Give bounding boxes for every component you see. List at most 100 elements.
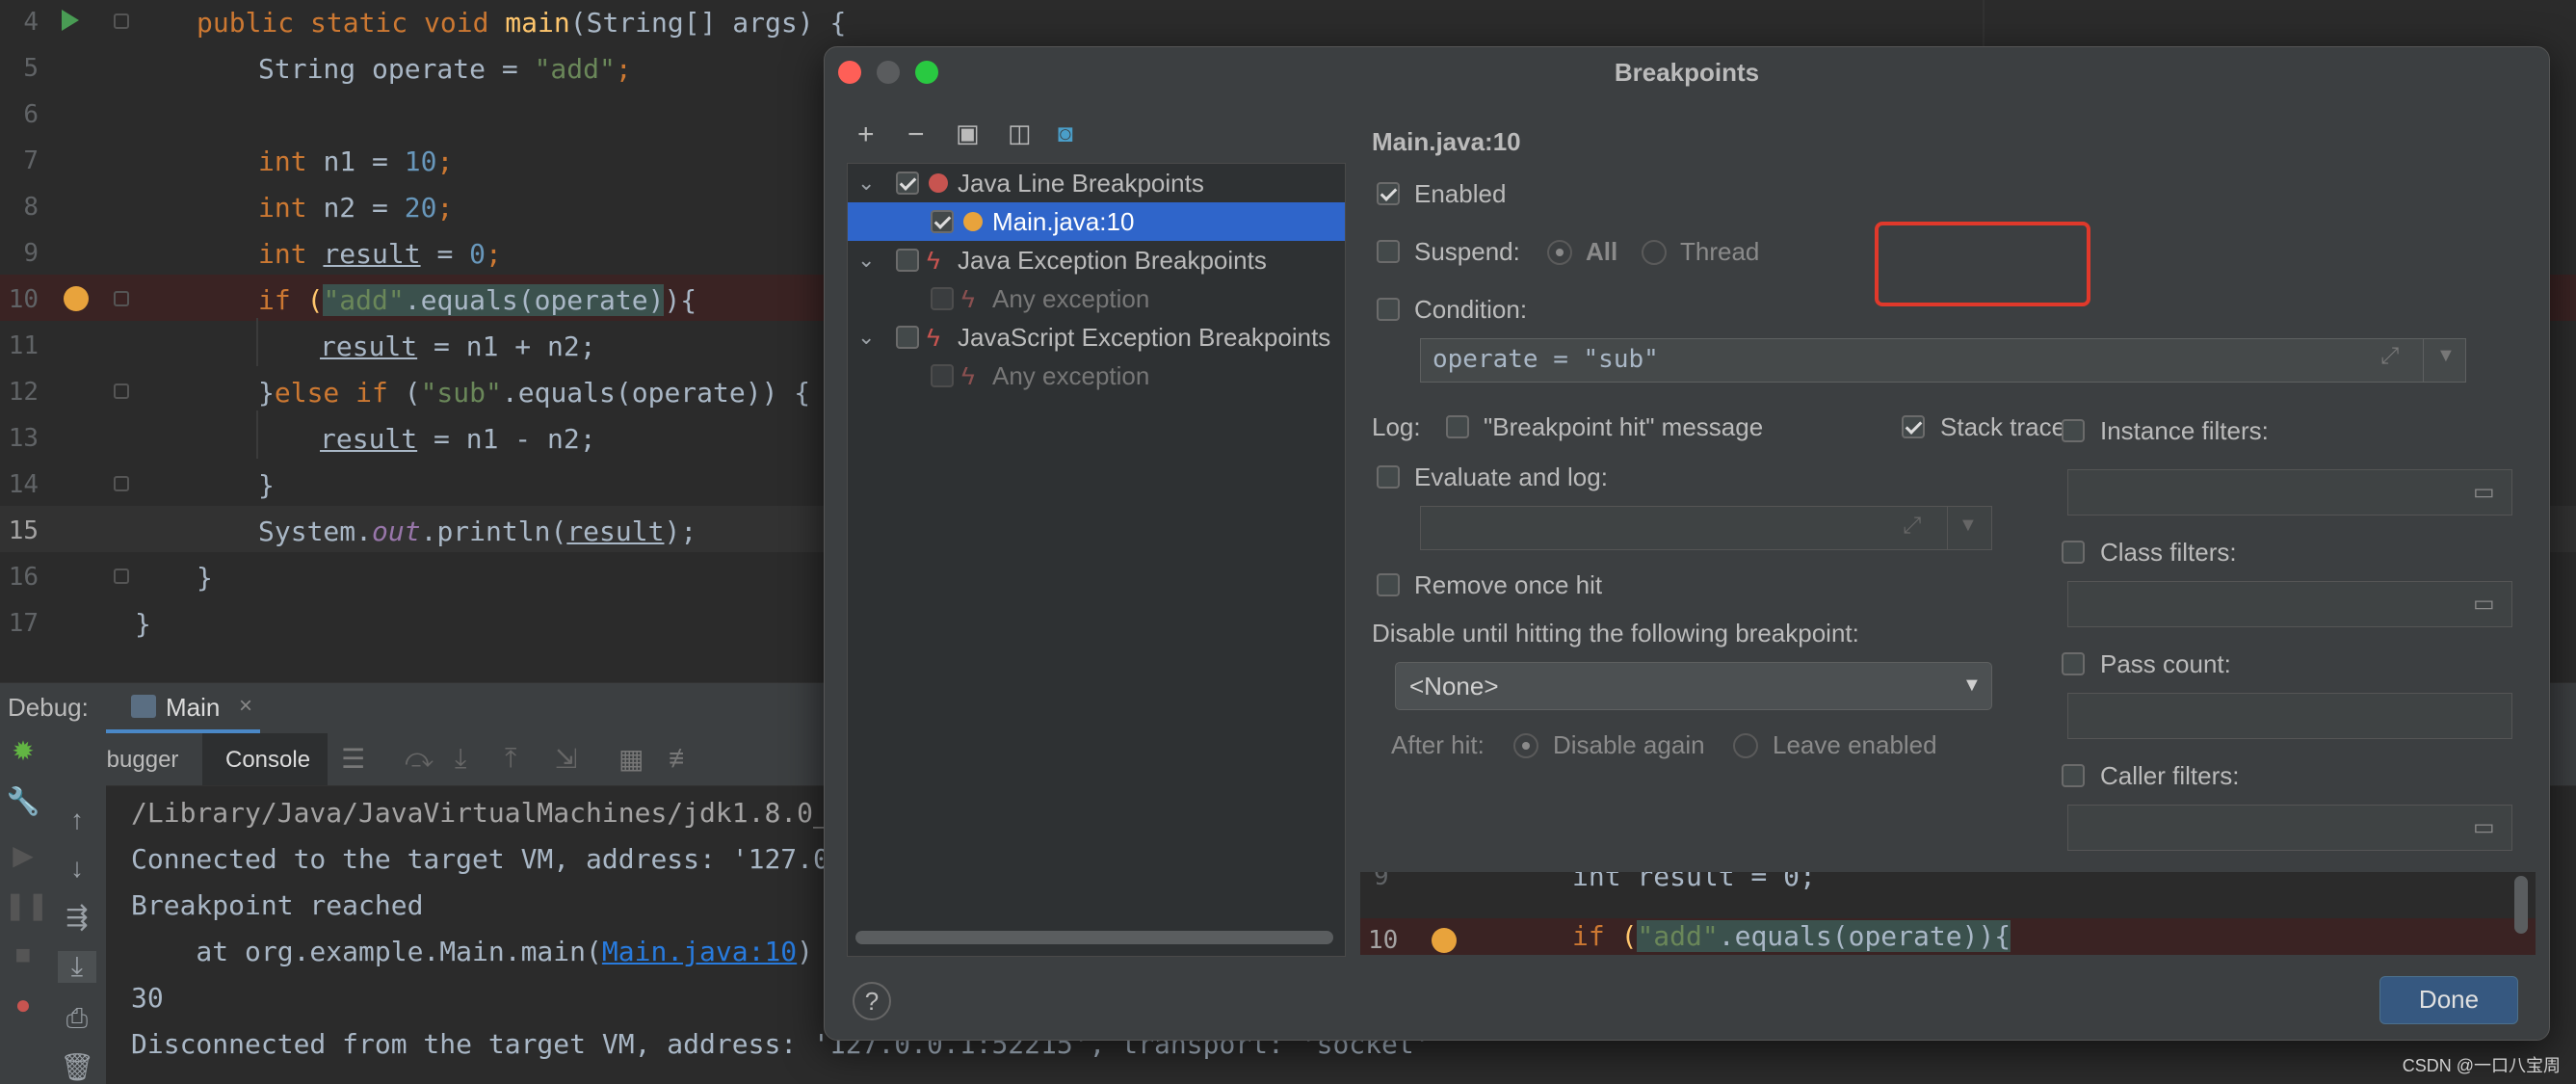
horizontal-scrollbar[interactable] [855, 931, 1333, 944]
caller-filters-input[interactable]: ▭ [2067, 805, 2512, 851]
disable-again-radio[interactable] [1513, 733, 1538, 758]
chevron-down-icon[interactable]: ▼ [1958, 515, 1978, 537]
tree-item-any-exception[interactable]: ϟ Any exception [848, 357, 1345, 395]
vertical-scrollbar[interactable] [2514, 876, 2528, 934]
tree-item-java-exception-breakpoints[interactable]: ⌄ ϟ Java Exception Breakpoints [848, 241, 1345, 279]
checkbox-any-exception[interactable] [931, 287, 954, 310]
settings-icon[interactable]: 🔧 [4, 785, 42, 817]
pause-icon[interactable]: ❚❚ [4, 889, 49, 921]
caller-filters-checkbox[interactable] [2062, 764, 2085, 787]
view-breakpoints-icon[interactable]: ● [4, 990, 42, 1020]
chevron-down-icon[interactable]: ▼ [1962, 674, 1982, 697]
enabled-checkbox[interactable] [1377, 182, 1400, 205]
checkbox-any-exception[interactable] [931, 364, 954, 387]
group-by-file-icon[interactable]: ◫ [1008, 119, 1032, 148]
class-filters-input[interactable]: ▭ [2067, 581, 2512, 627]
chevron-down-icon[interactable]: ⌄ [857, 318, 875, 357]
run-icon[interactable] [62, 10, 79, 31]
add-icon[interactable]: + [857, 119, 875, 151]
arrow-down-icon[interactable]: ↓ [58, 853, 96, 884]
stack-trace-link[interactable]: Main.java:10 [602, 936, 797, 967]
arrow-up-icon[interactable]: ↑ [58, 805, 96, 835]
tree-item-main-java[interactable]: Main.java:10 [848, 202, 1345, 241]
help-button[interactable]: ? [853, 982, 891, 1020]
fold-icon[interactable] [114, 383, 129, 399]
print-icon[interactable]: ⎙ [58, 1003, 96, 1035]
trace-icon[interactable]: ≢ [669, 743, 696, 774]
instance-filters-checkbox[interactable] [2062, 419, 2085, 442]
checkbox-java-exception-breakpoints[interactable] [896, 249, 919, 272]
suspend-checkbox[interactable] [1377, 240, 1400, 263]
evaluate-and-log-checkbox[interactable] [1377, 465, 1400, 489]
folder-icon[interactable]: ▭ [2473, 813, 2495, 841]
condition-input[interactable]: operate = "sub" ⤢ ▼ [1420, 338, 2466, 383]
breakpoint-tree[interactable]: ⌄ Java Line Breakpoints Main.java:10 ⌄ ϟ… [847, 163, 1346, 957]
folder-icon[interactable]: ▭ [2473, 590, 2495, 618]
expand-icon[interactable]: ⤢ [2380, 343, 2399, 370]
stack-trace-checkbox[interactable] [1902, 415, 1925, 438]
code-line-14: } [258, 469, 275, 501]
fold-icon[interactable] [114, 13, 129, 29]
line-number: 6 [23, 100, 39, 129]
line-number: 4 [23, 8, 39, 37]
soft-wrap-icon[interactable]: ⇶ [58, 901, 96, 933]
tab-main-config[interactable]: Main × [106, 683, 260, 733]
tree-item-label: Main.java:10 [992, 207, 1135, 236]
folder-icon[interactable]: ▭ [2473, 478, 2495, 506]
stop-icon[interactable]: ■ [4, 939, 42, 970]
log-message-checkbox[interactable] [1446, 415, 1469, 438]
group-by-class-icon[interactable]: ◙ [1058, 119, 1073, 148]
run-to-cursor-icon[interactable]: ⇲ [555, 743, 577, 775]
leave-enabled-label: Leave enabled [1773, 730, 1937, 759]
bug-icon[interactable]: ✹ [4, 735, 42, 767]
tree-item-any-exception[interactable]: ϟ Any exception [848, 279, 1345, 318]
disable-again-label: Disable again [1553, 730, 1705, 759]
evaluate-and-log-input[interactable]: ⤢ ▼ [1420, 506, 1992, 550]
tree-item-label: Any exception [992, 361, 1150, 390]
checkbox-main-java[interactable] [931, 210, 954, 233]
line-number: 12 [8, 378, 39, 407]
group-by-package-icon[interactable]: ▣ [956, 119, 980, 148]
checkbox-js-exception-breakpoints[interactable] [896, 326, 919, 349]
code-line-12: }else if ("sub".equals(operate)) { [258, 377, 811, 409]
close-icon[interactable]: × [239, 693, 252, 720]
class-filters-checkbox[interactable] [2062, 541, 2085, 564]
fold-icon[interactable] [114, 476, 129, 491]
breakpoint-icon [1432, 928, 1457, 953]
condition-checkbox[interactable] [1377, 298, 1400, 321]
scroll-to-end-icon[interactable]: ⤓ [58, 951, 96, 983]
remove-once-hit-checkbox[interactable] [1377, 573, 1400, 596]
step-into-icon[interactable]: ⤓ [455, 743, 466, 775]
instance-filters-input[interactable]: ▭ [2067, 469, 2512, 516]
exception-bolt-icon: ϟ [927, 323, 940, 352]
tree-item-js-exception-breakpoints[interactable]: ⌄ ϟ JavaScript Exception Breakpoints [848, 318, 1345, 357]
fold-icon[interactable] [114, 291, 129, 306]
pass-count-input[interactable] [2067, 693, 2512, 739]
tab-console[interactable]: Console [202, 733, 328, 785]
chevron-down-icon[interactable]: ⌄ [857, 164, 875, 202]
disable-until-select[interactable]: <None> ▼ [1395, 662, 1992, 710]
step-out-icon[interactable]: ⤒ [505, 743, 516, 775]
console-line: Breakpoint reached [131, 889, 424, 921]
tree-item-java-line-breakpoints[interactable]: ⌄ Java Line Breakpoints [848, 164, 1345, 202]
pass-count-checkbox[interactable] [2062, 652, 2085, 675]
step-over-icon[interactable]: ⤼ [405, 743, 434, 775]
leave-enabled-radio[interactable] [1733, 733, 1758, 758]
chevron-down-icon[interactable]: ▼ [2436, 345, 2456, 367]
chevron-down-icon[interactable]: ⌄ [857, 241, 875, 279]
remove-icon[interactable]: − [907, 119, 925, 151]
checkbox-java-line-breakpoints[interactable] [896, 172, 919, 195]
log-message-label: "Breakpoint hit" message [1484, 412, 1764, 441]
menu-icon[interactable]: ☰ [341, 743, 365, 775]
evaluate-icon[interactable]: ▦ [618, 743, 644, 775]
done-button[interactable]: Done [2379, 976, 2518, 1024]
expand-icon[interactable]: ⤢ [1903, 513, 1921, 540]
fold-icon[interactable] [114, 568, 129, 584]
breakpoint-icon[interactable] [64, 286, 89, 311]
resume-icon[interactable]: ▶ [4, 839, 42, 871]
code-line-16: } [197, 562, 213, 594]
suspend-all-radio[interactable] [1547, 240, 1572, 265]
trash-icon[interactable]: 🗑 [58, 1051, 96, 1083]
code-line-13: result = n1 - n2; [320, 423, 596, 455]
suspend-thread-radio[interactable] [1642, 240, 1667, 265]
